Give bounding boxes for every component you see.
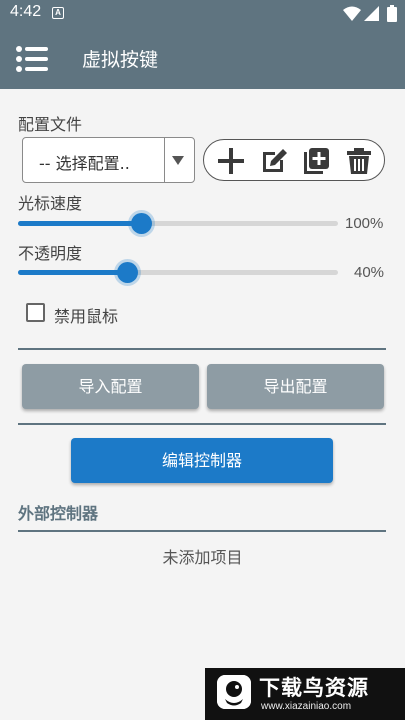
empty-list-text: 未添加项目 xyxy=(162,548,243,567)
wifi-icon xyxy=(343,6,361,21)
notification-icon: A xyxy=(52,7,64,19)
status-bar: 4:42 A xyxy=(0,0,405,27)
edit-controller-button[interactable]: 编辑控制器 xyxy=(71,438,333,483)
slider-thumb[interactable] xyxy=(117,262,138,283)
add-icon[interactable] xyxy=(216,146,246,176)
divider xyxy=(18,530,386,532)
watermark-title: 下载鸟资源 xyxy=(259,676,369,700)
divider xyxy=(18,348,386,350)
menu-icon[interactable] xyxy=(16,46,48,72)
slider-thumb[interactable] xyxy=(131,213,152,234)
copy-icon[interactable] xyxy=(301,146,331,176)
config-label: 配置文件 xyxy=(18,115,83,134)
cursor-speed-value: 100% xyxy=(345,215,384,232)
edit-icon[interactable] xyxy=(259,146,289,176)
config-toolbar xyxy=(203,139,385,181)
delete-icon[interactable] xyxy=(344,146,374,176)
watermark-url: www.xiazainiao.com xyxy=(261,701,352,712)
external-controllers-title: 外部控制器 xyxy=(18,504,99,523)
disable-mouse-label: 禁用鼠标 xyxy=(54,307,119,326)
export-config-button[interactable]: 导出配置 xyxy=(207,364,384,409)
slider-fill xyxy=(18,221,141,226)
cursor-speed-label: 光标速度 xyxy=(18,194,83,213)
watermark: 下载鸟资源 www.xiazainiao.com xyxy=(205,668,405,720)
divider xyxy=(18,423,386,425)
opacity-slider[interactable] xyxy=(18,262,338,283)
import-config-button[interactable]: 导入配置 xyxy=(22,364,199,409)
app-bar: 虚拟按键 xyxy=(0,27,405,89)
opacity-value: 40% xyxy=(354,264,385,281)
battery-icon xyxy=(387,5,397,22)
disable-mouse-checkbox[interactable] xyxy=(26,303,45,322)
slider-fill xyxy=(18,270,127,275)
select-divider xyxy=(164,138,165,182)
status-time: 4:42 xyxy=(10,3,42,20)
opacity-label: 不透明度 xyxy=(18,244,83,263)
cursor-speed-slider[interactable] xyxy=(18,213,338,234)
page-title: 虚拟按键 xyxy=(82,49,159,71)
config-select[interactable]: -- 选择配置.. xyxy=(22,137,195,183)
config-select-value: -- 选择配置.. xyxy=(39,154,130,173)
bird-logo-icon xyxy=(217,675,251,709)
chevron-down-icon xyxy=(172,156,184,165)
signal-icon xyxy=(364,6,379,21)
